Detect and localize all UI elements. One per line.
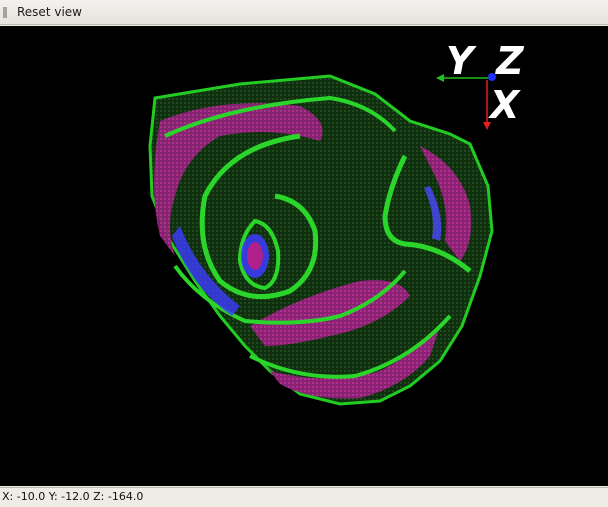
toolbar-grip-handle[interactable] [3, 7, 7, 18]
y-axis-label: Y [446, 39, 474, 83]
3d-viewport[interactable]: Y Z X [0, 26, 608, 486]
status-bar: X: -10.0 Y: -12.0 Z: -164.0 [0, 487, 608, 507]
y-axis-arrowhead [436, 74, 444, 82]
z-axis-dot [488, 73, 496, 81]
magenta-core [247, 242, 263, 270]
reset-view-button[interactable]: Reset view [11, 2, 88, 22]
x-axis-label: X [490, 83, 520, 127]
z-axis-label: Z [496, 39, 524, 83]
toolbar: Reset view [0, 0, 608, 25]
cursor-coordinates: X: -10.0 Y: -12.0 Z: -164.0 [2, 490, 144, 503]
